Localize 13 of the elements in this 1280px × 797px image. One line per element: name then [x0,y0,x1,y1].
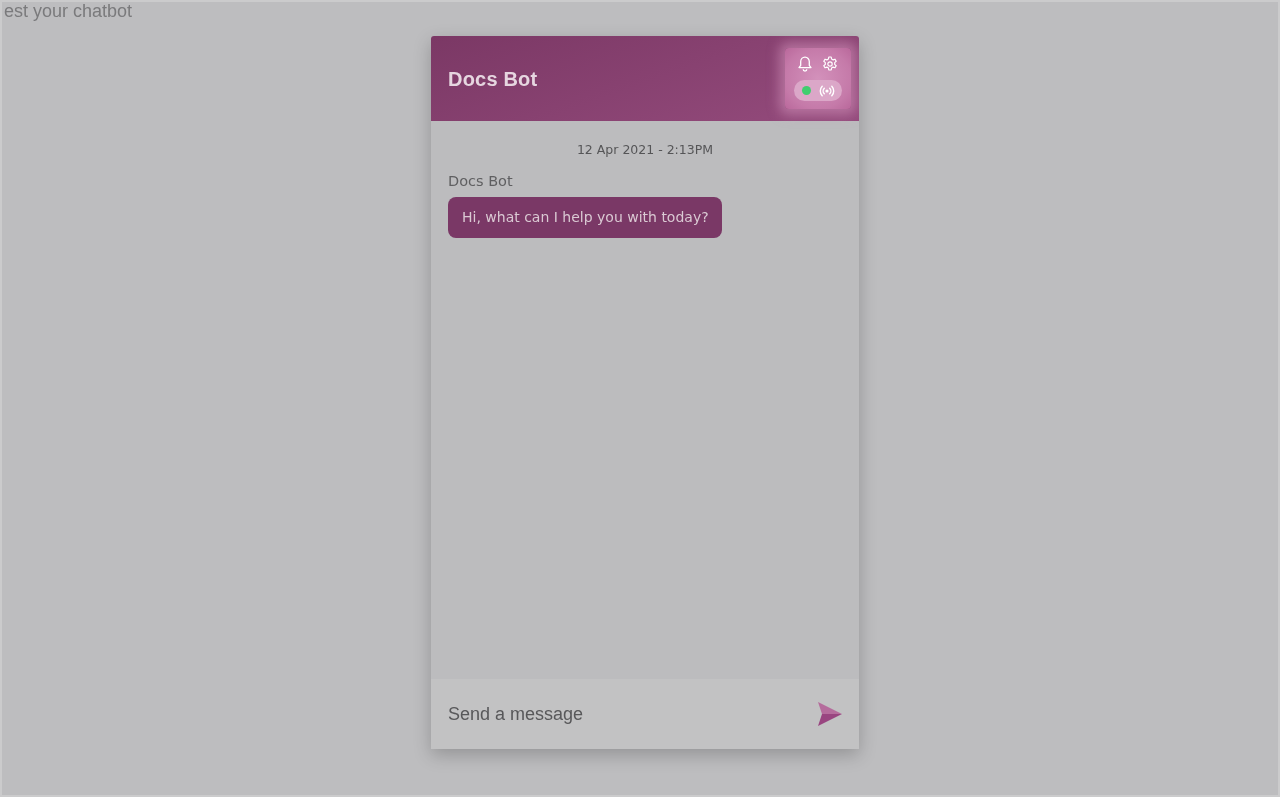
send-icon [818,702,842,726]
sender-name: Docs Bot [448,171,514,191]
message-timestamp: 12 Apr 2021 - 2:13PM [575,141,715,159]
settings-button[interactable] [822,56,838,72]
message-input[interactable]: Send a message [431,679,859,749]
bell-icon [798,56,812,72]
broadcast-icon [818,84,835,97]
notifications-button[interactable] [798,56,812,72]
send-button[interactable] [818,702,842,726]
chat-title: Docs Bot [448,66,538,92]
settings-icon [822,56,838,72]
message-bubble: Hi, what can I help you with today? [448,196,722,238]
page-heading: est your chatbot [3,2,133,20]
